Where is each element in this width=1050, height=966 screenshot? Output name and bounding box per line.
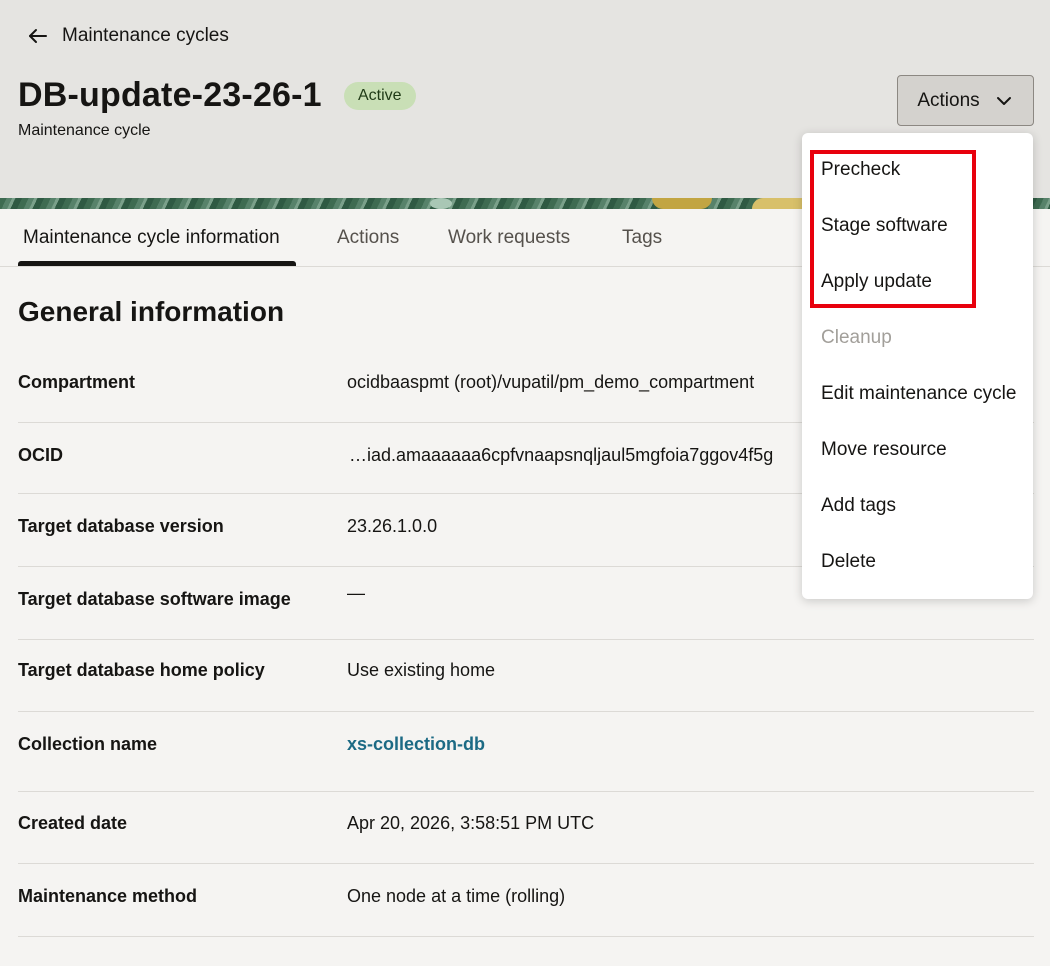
info-label: Created date <box>18 813 128 833</box>
menu-item-delete[interactable]: Delete <box>821 547 876 577</box>
info-value: — <box>347 583 365 603</box>
chevron-down-icon <box>996 96 1011 105</box>
actions-dropdown-menu: Precheck Stage software Apply update Cle… <box>802 133 1033 599</box>
menu-item-stage-software[interactable]: Stage software <box>821 211 948 241</box>
active-tab-indicator <box>18 261 296 266</box>
arrow-left-icon <box>29 29 47 43</box>
info-label: Collection name <box>18 734 158 754</box>
info-label: Target database home policy <box>18 660 265 680</box>
status-badge: Active <box>344 82 416 110</box>
menu-item-edit-maintenance-cycle[interactable]: Edit maintenance cycle <box>821 379 1016 409</box>
info-value: 23.26.1.0.0 <box>347 516 438 536</box>
section-title: General information <box>18 296 285 327</box>
tab-actions[interactable]: Actions <box>337 209 399 267</box>
info-row-created-date: Created date Apr 20, 2026, 3:58:51 PM UT… <box>18 792 1034 864</box>
info-label: Target database software image <box>18 589 291 609</box>
info-label: Maintenance method <box>18 886 198 906</box>
info-value: …iad.amaaaaaa6cpfvnaapsnqljaul5mgfoia7gg… <box>349 445 774 465</box>
tab-tags[interactable]: Tags <box>622 209 662 267</box>
menu-item-precheck[interactable]: Precheck <box>821 155 900 185</box>
info-value: Apr 20, 2026, 3:58:51 PM UTC <box>347 813 595 833</box>
actions-button[interactable]: Actions <box>897 75 1034 126</box>
info-label: Target database version <box>18 516 224 536</box>
menu-item-move-resource[interactable]: Move resource <box>821 435 947 465</box>
info-label: Compartment <box>18 372 136 392</box>
back-link[interactable]: Maintenance cycles <box>26 22 229 50</box>
info-row-collection-name: Collection name xs-collection-db <box>18 712 1034 792</box>
tab-maintenance-cycle-information[interactable]: Maintenance cycle information <box>23 209 280 267</box>
tab-work-requests[interactable]: Work requests <box>448 209 570 267</box>
info-value: Use existing home <box>347 660 496 680</box>
page-title: DB-update-23-26-1 <box>18 76 322 114</box>
info-value: One node at a time (rolling) <box>347 886 566 906</box>
actions-button-label: Actions <box>917 89 980 111</box>
page: Maintenance cycles DB-update-23-26-1 Act… <box>0 0 1050 966</box>
info-row-target-database-home-policy: Target database home policy Use existing… <box>18 640 1034 712</box>
info-row-maintenance-method: Maintenance method One node at a time (r… <box>18 864 1034 937</box>
info-label: OCID <box>18 445 63 465</box>
back-link-label: Maintenance cycles <box>62 25 229 46</box>
info-value: ocidbaaspmt (root)/vupatil/pm_demo_compa… <box>347 372 755 392</box>
collection-name-link[interactable]: xs-collection-db <box>347 734 485 755</box>
page-subtitle: Maintenance cycle <box>18 122 151 139</box>
menu-item-apply-update[interactable]: Apply update <box>821 267 932 297</box>
menu-item-add-tags[interactable]: Add tags <box>821 491 896 521</box>
menu-item-cleanup: Cleanup <box>821 327 892 348</box>
